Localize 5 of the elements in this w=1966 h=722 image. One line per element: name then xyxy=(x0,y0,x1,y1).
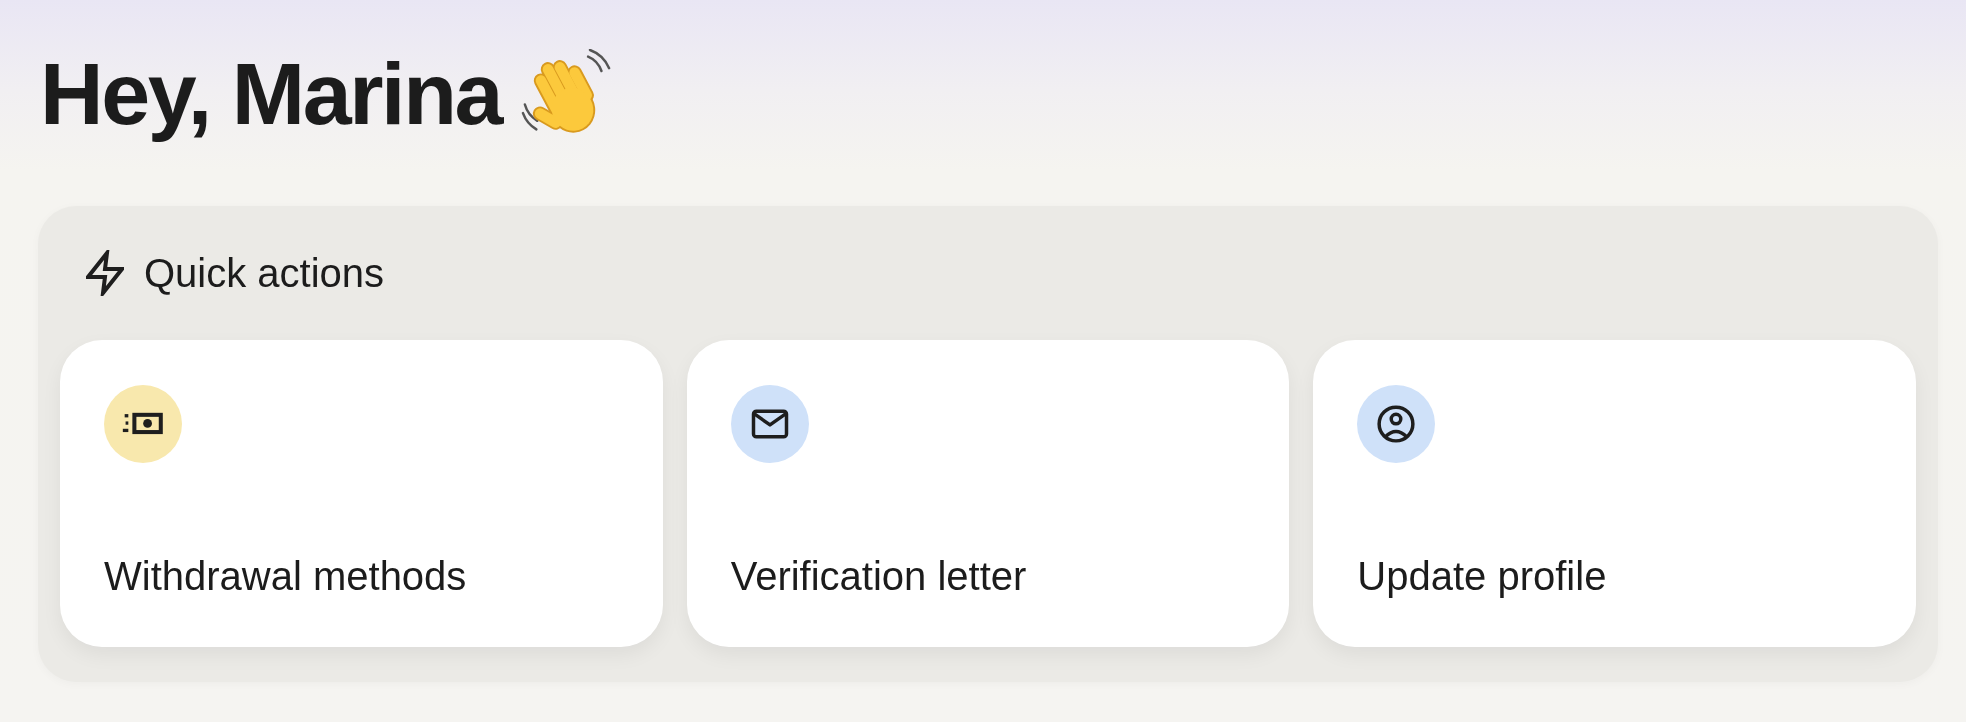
quick-action-button[interactable]: Verification letter xyxy=(686,340,1290,647)
quick-action-button[interactable]: Update profile xyxy=(1313,340,1916,647)
lightning-icon xyxy=(86,250,124,296)
quick-action-button[interactable]: Withdrawal methods xyxy=(60,340,663,647)
section-title: Quick actions xyxy=(144,250,385,296)
